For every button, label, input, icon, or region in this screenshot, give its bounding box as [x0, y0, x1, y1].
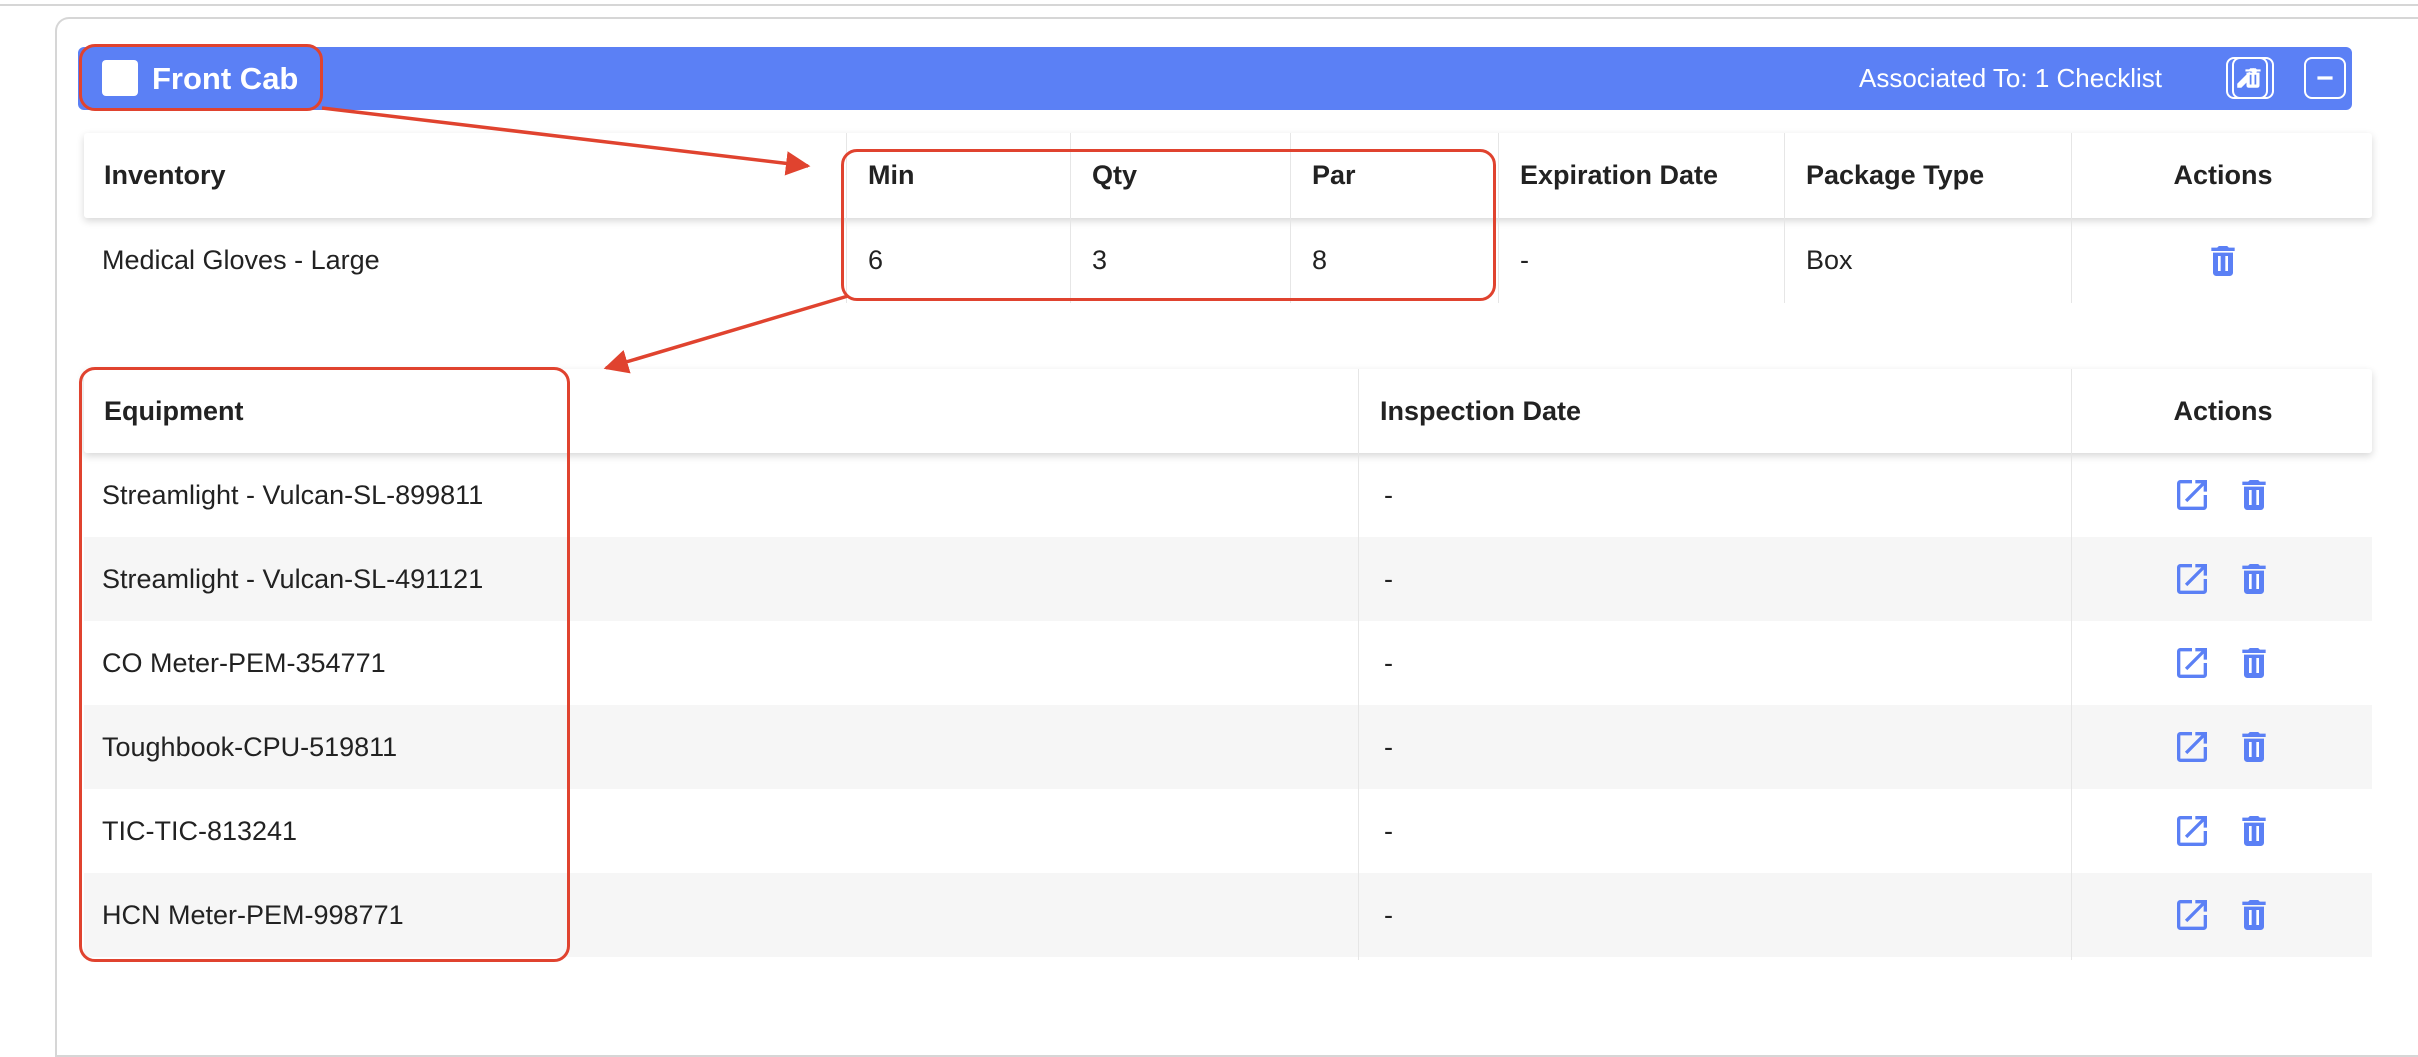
annotation-arrows — [321, 106, 849, 374]
arrow-to-equipment — [603, 294, 849, 374]
arrow-to-inventory — [321, 106, 811, 176]
